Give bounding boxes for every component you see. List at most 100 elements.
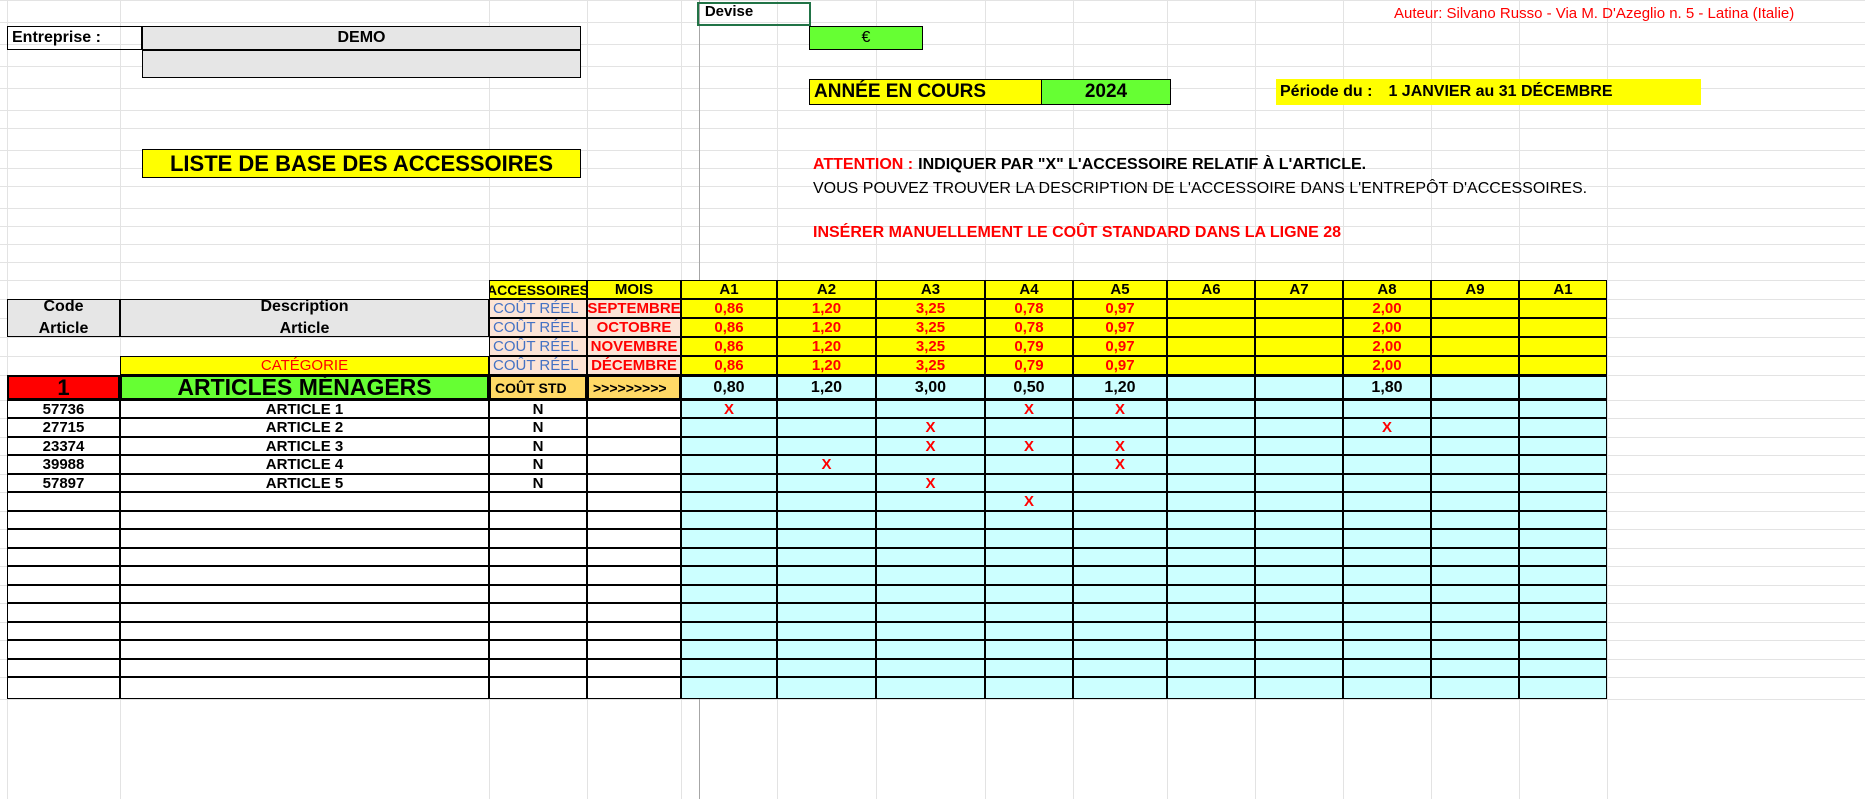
real-cost-value[interactable]: 0,78 [985,318,1073,337]
accessory-mark-cell[interactable] [1519,400,1607,418]
real-cost-value[interactable]: 0,78 [985,299,1073,318]
empty-accessory-cell[interactable] [1073,566,1167,585]
empty-accessory-cell[interactable] [681,640,777,659]
accessory-mark-cell[interactable] [1073,474,1167,492]
month-cell[interactable]: SEPTEMBRE [587,299,681,318]
accessory-mark-cell[interactable] [777,437,876,455]
empty-flag-cell[interactable] [489,659,587,677]
standard-cost-value[interactable] [1431,375,1519,400]
current-year-value[interactable]: 2024 [1041,79,1171,105]
empty-accessory-cell[interactable] [876,529,985,548]
accessory-column-header[interactable]: A8 [1343,280,1431,299]
empty-accessory-cell[interactable] [681,659,777,677]
article-flag[interactable]: N [489,474,587,492]
empty-accessory-cell[interactable] [1255,659,1343,677]
article-name[interactable]: ARTICLE 4 [120,455,489,474]
real-cost-value[interactable] [1167,356,1255,375]
empty-accessory-cell[interactable] [1343,640,1431,659]
article-flag[interactable]: N [489,400,587,418]
empty-month-cell[interactable] [587,511,681,529]
real-cost-value[interactable] [1431,299,1519,318]
article-month-cell[interactable] [587,455,681,474]
empty-accessory-cell[interactable] [1343,585,1431,603]
empty-accessory-cell[interactable] [777,511,876,529]
empty-accessory-cell[interactable] [681,529,777,548]
empty-accessory-cell[interactable] [1073,659,1167,677]
accessory-mark-cell[interactable]: X [1343,418,1431,437]
empty-accessory-cell[interactable] [876,659,985,677]
empty-accessory-cell[interactable] [985,585,1073,603]
accessory-mark-cell[interactable] [1343,437,1431,455]
article-code[interactable]: 57897 [7,474,120,492]
accessory-mark-cell[interactable] [876,492,985,511]
accessory-mark-cell[interactable] [681,492,777,511]
accessory-mark-cell[interactable]: X [1073,400,1167,418]
empty-month-cell[interactable] [587,548,681,566]
empty-code-cell[interactable] [7,603,120,622]
empty-accessory-cell[interactable] [1519,622,1607,640]
accessory-mark-cell[interactable] [1167,418,1255,437]
empty-code-cell[interactable] [7,640,120,659]
category-name[interactable]: ARTICLES MÉNAGERS [120,375,489,400]
real-cost-value[interactable]: 0,86 [681,356,777,375]
accessory-mark-cell[interactable] [876,400,985,418]
empty-accessory-cell[interactable] [1255,566,1343,585]
empty-month-cell[interactable] [587,622,681,640]
empty-accessory-cell[interactable] [985,529,1073,548]
empty-description-cell[interactable] [120,529,489,548]
accessory-mark-cell[interactable]: X [876,474,985,492]
code-article-header[interactable]: Code Article [7,299,120,337]
accessory-mark-cell[interactable] [1255,418,1343,437]
empty-description-cell[interactable] [120,566,489,585]
accessory-mark-cell[interactable] [1519,492,1607,511]
empty-accessory-cell[interactable] [1167,511,1255,529]
empty-description-cell[interactable] [120,548,489,566]
company-label[interactable]: Entreprise : [7,26,142,50]
accessory-mark-cell[interactable]: X [985,437,1073,455]
accessory-mark-cell[interactable] [1343,455,1431,474]
empty-description-cell[interactable] [120,511,489,529]
empty-accessory-cell[interactable] [1343,677,1431,699]
accessory-mark-cell[interactable] [681,418,777,437]
real-cost-value[interactable] [1431,356,1519,375]
empty-accessory-cell[interactable] [1073,603,1167,622]
empty-accessory-cell[interactable] [1167,529,1255,548]
standard-cost-arrow[interactable]: >>>>>>>>> [587,375,681,400]
accessory-mark-cell[interactable] [1431,474,1519,492]
accessory-mark-cell[interactable] [777,418,876,437]
real-cost-value[interactable]: 3,25 [876,356,985,375]
standard-cost-label[interactable]: COÛT STD [489,375,587,400]
empty-accessory-cell[interactable] [1519,603,1607,622]
empty-flag-cell[interactable] [489,603,587,622]
empty-accessory-cell[interactable] [985,603,1073,622]
empty-accessory-cell[interactable] [985,566,1073,585]
empty-accessory-cell[interactable] [777,659,876,677]
accessory-mark-cell[interactable] [1255,492,1343,511]
accessory-column-header[interactable]: A6 [1167,280,1255,299]
accessory-mark-cell[interactable] [1255,474,1343,492]
standard-cost-value[interactable]: 1,80 [1343,375,1431,400]
accessory-mark-cell[interactable] [1519,437,1607,455]
empty-accessory-cell[interactable] [1255,640,1343,659]
empty-accessory-cell[interactable] [1073,585,1167,603]
currency-label[interactable]: Devise [681,0,777,22]
standard-cost-value[interactable]: 0,80 [681,375,777,400]
accessory-mark-cell[interactable] [1167,400,1255,418]
article-flag[interactable]: N [489,418,587,437]
empty-accessory-cell[interactable] [1255,677,1343,699]
empty-accessory-cell[interactable] [985,640,1073,659]
accessory-column-header[interactable]: A4 [985,280,1073,299]
empty-code-cell[interactable] [7,566,120,585]
accessory-mark-cell[interactable] [1167,474,1255,492]
company-name-cell[interactable]: DEMO [142,26,581,50]
article-month-cell[interactable] [587,418,681,437]
accessory-mark-cell[interactable] [1343,474,1431,492]
category-number[interactable]: 1 [7,375,120,400]
real-cost-value[interactable]: 3,25 [876,318,985,337]
empty-accessory-cell[interactable] [777,529,876,548]
empty-month-cell[interactable] [587,566,681,585]
empty-accessory-cell[interactable] [681,566,777,585]
empty-code-cell[interactable] [7,529,120,548]
accessory-mark-cell[interactable] [1167,437,1255,455]
empty-code-cell[interactable] [7,659,120,677]
